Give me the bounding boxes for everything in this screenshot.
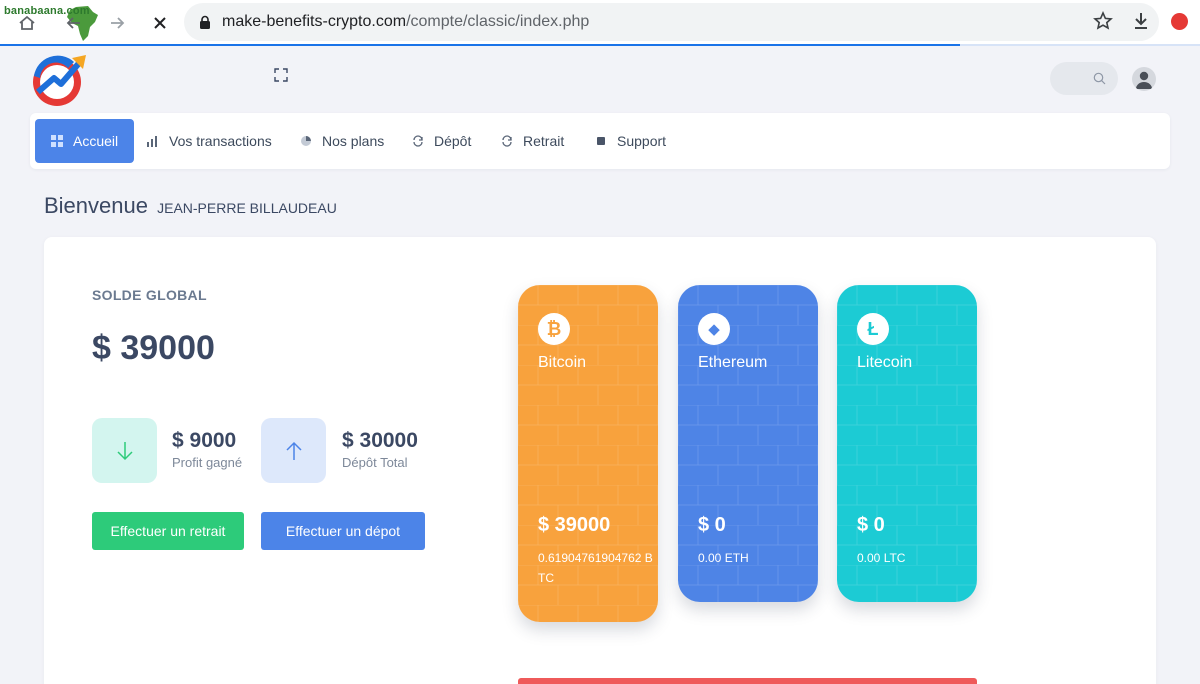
balance-value: $ 39000 [92, 329, 215, 367]
bar-chart-icon [147, 135, 159, 147]
url-domain: make-benefits-crypto.com [222, 13, 407, 30]
wallet-value: $ 39000 [538, 514, 611, 536]
balance-label: SOLDE GLOBAL [92, 287, 207, 303]
litecoin-icon: Ł [857, 313, 889, 345]
profit-box [92, 418, 157, 483]
grid-icon [51, 135, 63, 147]
profit-caption: Profit gagné [172, 455, 243, 470]
wallet-card-litecoin[interactable]: Ł Litecoin $ 0 0.00 LTC [837, 285, 977, 602]
welcome-greeting: Bienvenue [44, 193, 148, 218]
deposit-value: $ 30000 [342, 429, 418, 452]
url-path: /compte/classic/index.php [406, 13, 590, 30]
deposit-caption: Dépôt Total [342, 455, 408, 470]
nav-label: Vos transactions [169, 133, 272, 149]
browser-toolbar: banabaana.com make-benefits-crypto.com/c… [0, 0, 1200, 46]
stop-loading-icon[interactable] [147, 10, 173, 36]
load-progress-bar [0, 44, 960, 46]
bitcoin-icon: ₿ [538, 313, 570, 345]
nav-label: Support [617, 133, 667, 149]
alert-banner-top [518, 678, 977, 684]
search-box[interactable] [1050, 62, 1118, 95]
ethereum-icon: ◆ [698, 313, 730, 345]
star-bookmark-icon[interactable] [1092, 10, 1114, 32]
pie-chart-icon [300, 135, 312, 147]
refresh-icon [501, 135, 513, 147]
nav-item-plans[interactable]: Nos plans [300, 119, 384, 163]
wallet-card-bitcoin[interactable]: ₿ Bitcoin $ 39000 0.61904761904762 BTC [518, 285, 658, 622]
fullscreen-icon[interactable] [274, 68, 288, 82]
nav-label: Nos plans [322, 133, 385, 149]
lock-icon [200, 15, 210, 29]
site-logo[interactable] [28, 50, 90, 108]
address-bar[interactable]: make-benefits-crypto.com/compte/classic/… [184, 3, 1159, 41]
user-avatar[interactable] [1132, 67, 1156, 91]
nav-item-retrait[interactable]: Retrait [501, 119, 564, 163]
welcome-heading: Bienvenue JEAN-PERRE BILLAUDEAU [44, 193, 337, 219]
wallet-name: Ethereum [698, 354, 768, 371]
arrow-up-icon [285, 441, 302, 460]
wallet-amount: 0.61904761904762 BTC [538, 551, 653, 585]
square-icon [595, 135, 607, 147]
nav-item-transactions[interactable]: Vos transactions [147, 119, 272, 163]
download-icon[interactable] [1130, 10, 1152, 32]
wallet-value: $ 0 [857, 514, 885, 536]
nav-item-depot[interactable]: Dépôt [412, 119, 471, 163]
forward-icon[interactable] [104, 10, 130, 36]
balance-card: SOLDE GLOBAL $ 39000 $ 9000 Profit gagné… [44, 237, 1156, 684]
nav-label: Accueil [73, 133, 119, 149]
nav-label: Dépôt [434, 133, 472, 149]
deposit-button[interactable]: Effectuer un dépot [261, 512, 425, 550]
wallet-amount: 0.00 ETH [698, 551, 749, 565]
back-icon[interactable] [61, 10, 87, 36]
main-navbar: Accueil Vos transactions Nos plans Dépôt… [30, 113, 1170, 169]
user-name: JEAN-PERRE BILLAUDEAU [157, 200, 337, 216]
wallet-amount: 0.00 LTC [857, 551, 906, 565]
wallet-card-ethereum[interactable]: ◆ Ethereum $ 0 0.00 ETH [678, 285, 818, 602]
refresh-icon [412, 135, 424, 147]
arrow-down-icon [116, 441, 133, 460]
nav-label: Retrait [523, 133, 565, 149]
wallet-value: $ 0 [698, 514, 726, 536]
wallet-name: Bitcoin [538, 354, 587, 371]
profit-value: $ 9000 [172, 429, 237, 452]
deposit-box [261, 418, 326, 483]
search-icon [1093, 72, 1106, 85]
extension-icon[interactable] [1171, 13, 1188, 30]
nav-item-accueil[interactable]: Accueil [35, 119, 135, 163]
wallet-name: Litecoin [857, 354, 913, 371]
nav-item-support[interactable]: Support [595, 119, 666, 163]
withdraw-button[interactable]: Effectuer un retrait [92, 512, 244, 550]
